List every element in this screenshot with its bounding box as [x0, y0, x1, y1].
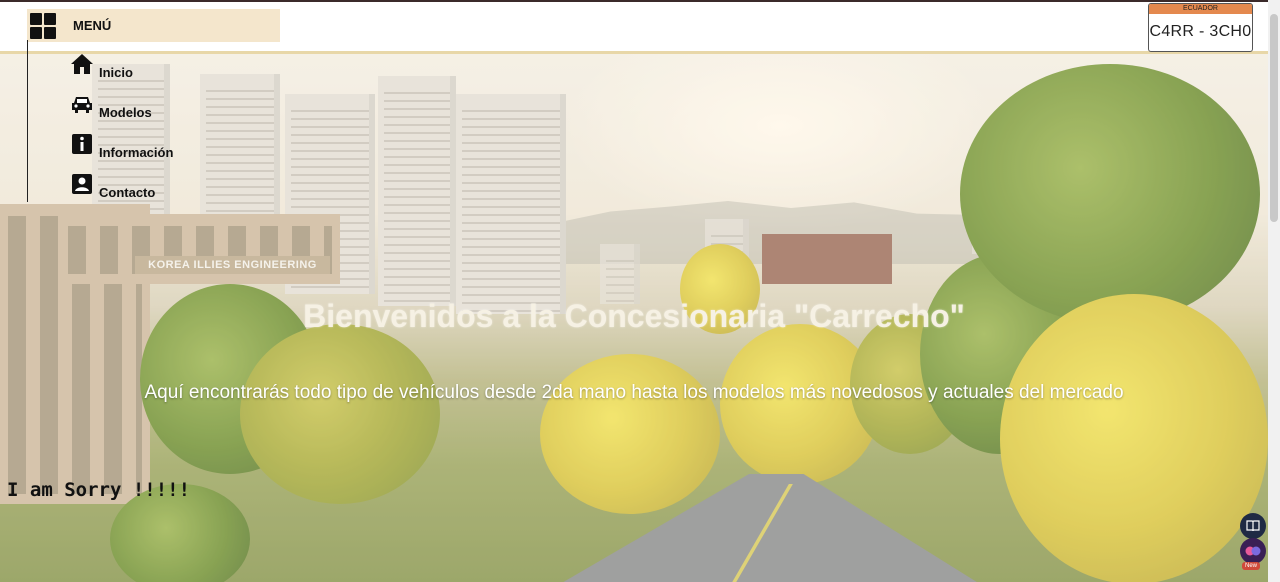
scrollbar-thumb[interactable] [1270, 14, 1278, 222]
menu-item-label: Inicio [99, 65, 133, 80]
new-badge: New [1242, 562, 1261, 570]
hero-subtitle: Aquí encontrarás todo tipo de vehículos … [144, 382, 1124, 403]
sorry-text: I am Sorry !!!!! [7, 479, 191, 501]
car-icon [72, 97, 92, 113]
contact-card-icon [72, 174, 92, 194]
scrollbar[interactable] [1268, 0, 1280, 582]
menu-item-label: Contacto [99, 185, 156, 200]
hero-title: Bienvenidos a la Concesionaria "Carrecho… [303, 298, 965, 334]
side-menu: Inicio Modelos Información Contacto [27, 40, 228, 202]
book-icon [1246, 520, 1260, 532]
menu-item-label: Modelos [99, 105, 152, 120]
plate-country: ECUADOR [1149, 4, 1252, 14]
assistant-button[interactable] [1240, 538, 1266, 564]
plate-number: C4RR - 3CH0 [1149, 23, 1252, 40]
menu-toggle[interactable]: MENÚ [27, 9, 280, 42]
home-icon [71, 54, 93, 74]
menu-title: MENÚ [73, 18, 112, 33]
grid-menu-icon [30, 13, 56, 39]
reader-button[interactable] [1240, 513, 1266, 539]
license-plate-logo[interactable]: ECUADOR C4RR - 3CH0 [1148, 3, 1253, 52]
info-icon [72, 134, 92, 154]
menu-item-label: Información [99, 145, 174, 160]
brain-icon [1245, 546, 1261, 556]
